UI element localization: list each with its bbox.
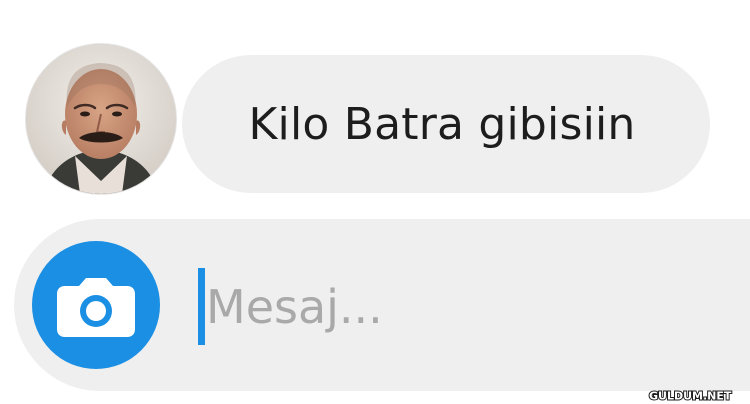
sender-avatar[interactable]: [26, 44, 176, 194]
avatar-photo: [26, 44, 176, 194]
incoming-message-bubble[interactable]: Kilo Batra gibisiin: [182, 55, 710, 193]
text-cursor: [198, 268, 205, 345]
watermark-text: GULDUM.NET: [649, 390, 732, 403]
message-text: Kilo Batra gibisiin: [248, 98, 636, 150]
message-input[interactable]: [206, 268, 646, 346]
camera-icon: [57, 278, 135, 337]
watermark: GULDUM.NET: [648, 388, 740, 403]
camera-button[interactable]: [32, 241, 160, 369]
